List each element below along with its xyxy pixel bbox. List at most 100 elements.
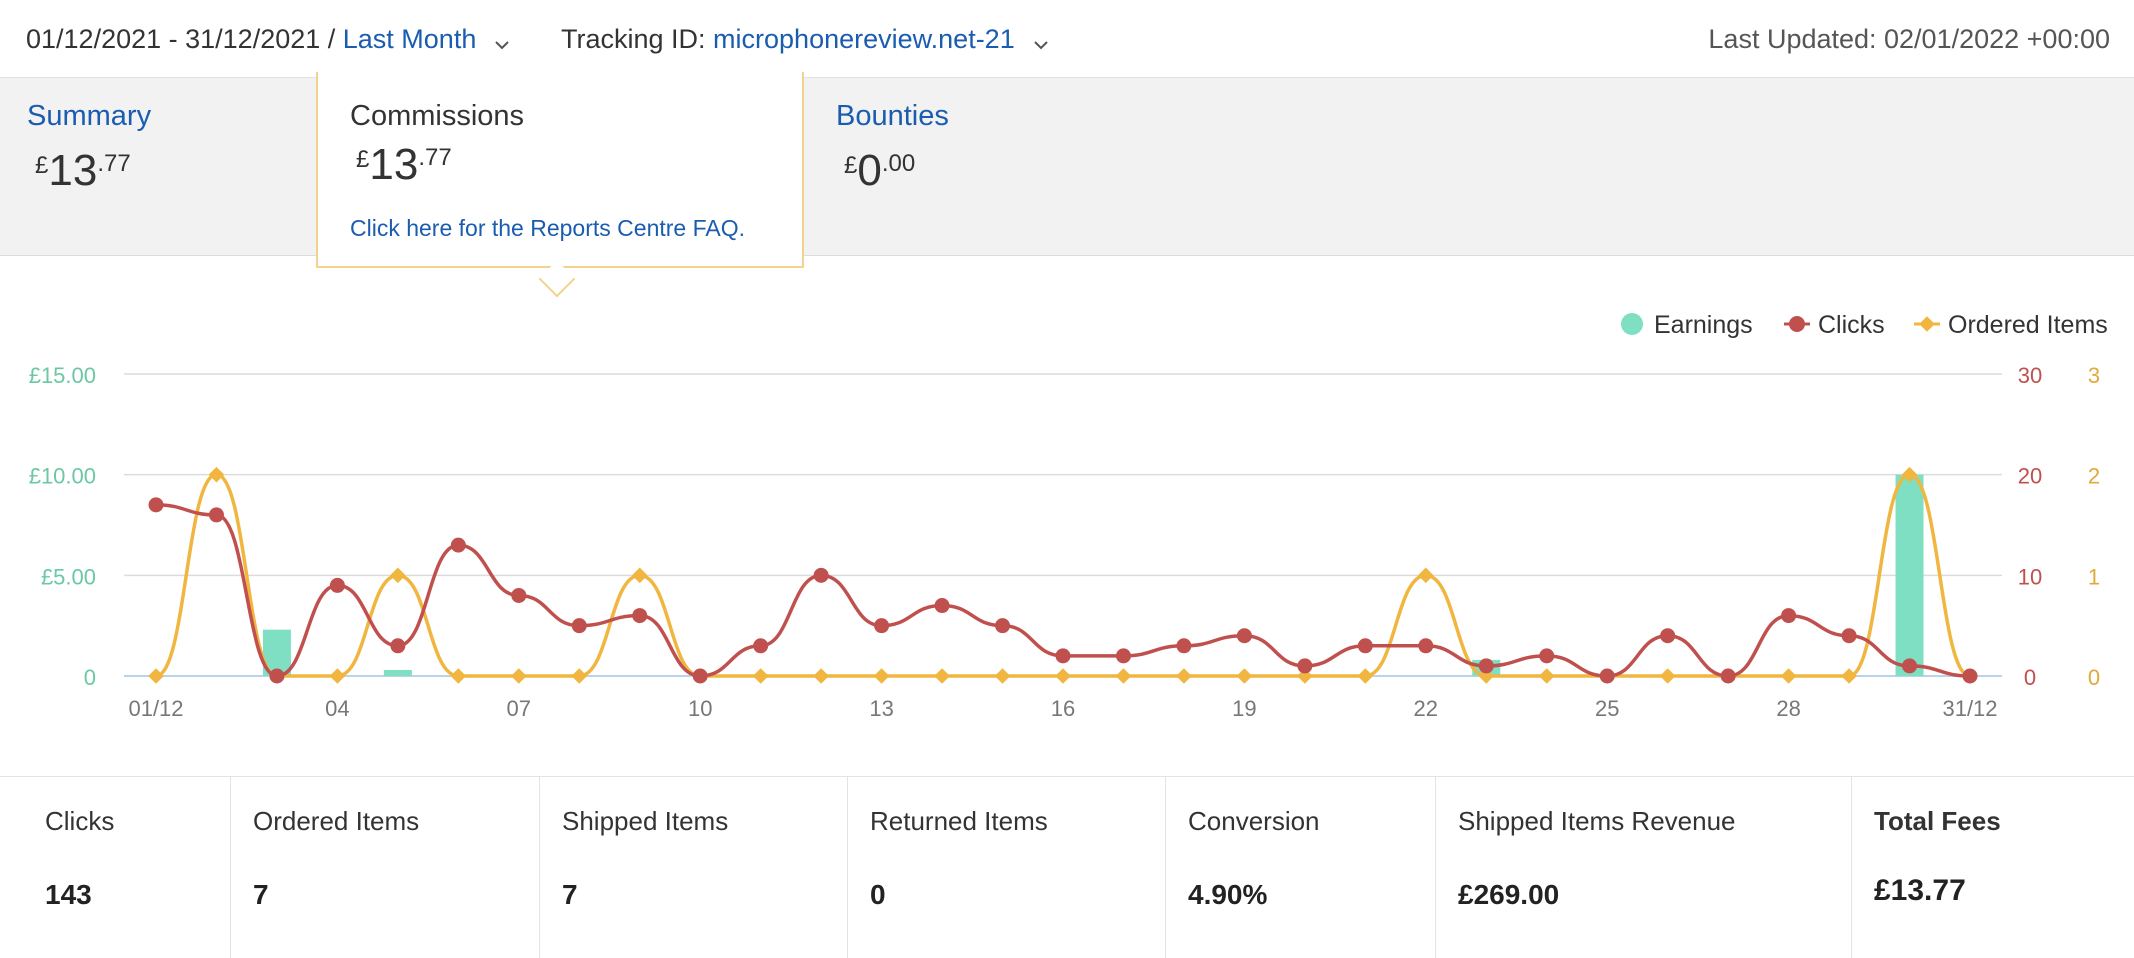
tracking-id-selector[interactable]: Tracking ID: microphonereview.net-21 xyxy=(561,20,1049,60)
chevron-down-icon[interactable] xyxy=(1033,22,1049,60)
y-tick-label-clicks: 30 xyxy=(2018,363,2042,388)
stat-label: Shipped Items Revenue xyxy=(1458,806,1736,836)
clicks-point xyxy=(1781,608,1797,624)
amount-decimal: .77 xyxy=(418,144,452,171)
clicks-point xyxy=(632,608,648,624)
clicks-point xyxy=(813,567,829,583)
legend-clicks-label: Clicks xyxy=(1818,311,1885,339)
stat-value: £13.77 xyxy=(1874,874,1966,907)
amount-decimal: .77 xyxy=(97,150,131,177)
stat-total-fees: Total Fees £13.77 xyxy=(1851,777,2134,958)
ordered-items-point xyxy=(148,668,164,684)
stat-shipped-items: Shipped Items 7 xyxy=(539,777,847,958)
earnings-bar xyxy=(383,669,412,676)
clicks-point xyxy=(1720,668,1736,684)
clicks-point xyxy=(1055,648,1071,664)
stat-clicks: Clicks 143 xyxy=(22,777,230,958)
stat-label: Total Fees xyxy=(1874,806,2001,836)
clicks-point xyxy=(692,668,708,684)
clicks-point xyxy=(571,618,587,634)
ordered-items-point xyxy=(208,466,225,483)
stat-shipped-revenue: Shipped Items Revenue £269.00 xyxy=(1435,777,1851,958)
period-link[interactable]: Last Month xyxy=(343,24,477,54)
y-tick-label-left: 0 xyxy=(84,665,96,690)
currency-symbol: £ xyxy=(35,152,49,179)
clicks-point xyxy=(450,537,466,553)
last-updated: Last Updated: 02/01/2022 +00:00 xyxy=(1708,24,2110,54)
legend-earnings-marker xyxy=(1621,313,1643,335)
y-tick-label-ordered: 0 xyxy=(2088,665,2100,690)
clicks-point xyxy=(1236,628,1252,644)
stat-conversion: Conversion 4.90% xyxy=(1165,777,1435,958)
legend-earnings-label: Earnings xyxy=(1654,311,1753,339)
ordered-items-point xyxy=(329,668,346,684)
clicks-point xyxy=(1297,658,1313,674)
x-tick-label: 10 xyxy=(688,696,712,721)
ordered-items-point xyxy=(390,567,406,584)
x-tick-label: 13 xyxy=(869,696,893,721)
clicks-point xyxy=(1599,668,1615,684)
reports-faq-link[interactable]: Click here for the Reports Centre FAQ. xyxy=(350,212,745,244)
tab-commissions-label[interactable]: Commissions xyxy=(350,96,524,136)
tracking-id-label: Tracking ID: xyxy=(561,24,714,54)
clicks-point xyxy=(208,507,224,523)
y-tick-label-ordered: 1 xyxy=(2088,564,2100,589)
stat-value: 143 xyxy=(45,879,92,910)
tab-summary-label[interactable]: Summary xyxy=(27,96,151,136)
tab-summary-value: £13.77 xyxy=(35,146,151,196)
chart-legend: Earnings Clicks Ordered Items xyxy=(1621,311,2108,339)
ordered-items-point xyxy=(994,668,1011,684)
ordered-items-point xyxy=(1538,668,1555,684)
legend-clicks-marker xyxy=(1789,316,1805,332)
clicks-point xyxy=(1841,628,1857,644)
ordered-items-point xyxy=(1176,668,1192,684)
ordered-items-point xyxy=(571,668,588,684)
stat-value: £269.00 xyxy=(1458,879,1560,910)
chevron-down-icon[interactable] xyxy=(494,22,510,60)
earnings-bar xyxy=(1895,474,1924,676)
chart-axes: 0 £5.00 £10.00 £15.00 0 10 20 30 0 1 2 3 01/12 04 07 10… xyxy=(29,363,2100,721)
x-tick-label: 19 xyxy=(1232,696,1256,721)
tab-commissions-value: £13.77 xyxy=(356,140,452,190)
clicks-point xyxy=(1539,648,1555,664)
amount-integer: 0 xyxy=(857,146,882,195)
date-range-text: 01/12/2021 - 31/12/2021 / xyxy=(26,24,343,54)
clicks-point xyxy=(753,638,769,654)
clicks-point xyxy=(1962,668,1978,684)
tracking-id-value[interactable]: microphonereview.net-21 xyxy=(713,24,1015,54)
x-tick-label: 01/12 xyxy=(128,696,183,721)
x-tick-label: 07 xyxy=(507,696,531,721)
ordered-items-point xyxy=(450,668,467,684)
ordered-items-point xyxy=(631,567,648,584)
clicks-point xyxy=(1357,638,1373,654)
ordered-items-point xyxy=(1659,668,1676,684)
y-tick-label-left: £5.00 xyxy=(41,564,96,589)
tab-commissions-popup[interactable]: Commissions £13.77 Click here for the Re… xyxy=(316,72,804,268)
report-header: 01/12/2021 - 31/12/2021 / Last Month Tra… xyxy=(0,0,2134,78)
tab-bounties[interactable]: Bounties £0.00 xyxy=(836,96,949,196)
ordered-items-point xyxy=(752,668,769,684)
x-tick-label: 16 xyxy=(1051,696,1075,721)
clicks-point xyxy=(269,668,285,684)
chart-svg: 0 £5.00 £10.00 £15.00 0 10 20 30 0 1 2 3 01/12 04 07 10… xyxy=(29,311,2108,721)
clicks-point xyxy=(874,618,890,634)
chart-grid xyxy=(124,373,2002,677)
amount-integer: 13 xyxy=(369,140,419,189)
date-range-selector[interactable]: 01/12/2021 - 31/12/2021 / Last Month xyxy=(26,20,510,60)
stat-label: Conversion xyxy=(1188,806,1320,836)
stat-value: 4.90% xyxy=(1188,879,1268,910)
x-tick-label: 22 xyxy=(1414,696,1438,721)
stat-value: 0 xyxy=(870,879,886,910)
stats-row: Clicks 143 Ordered Items 7 Shipped Items… xyxy=(0,776,2134,958)
tab-bounties-label[interactable]: Bounties xyxy=(836,96,949,136)
stat-value: 7 xyxy=(562,879,578,910)
currency-symbol: £ xyxy=(356,146,370,173)
tab-summary[interactable]: Summary £13.77 xyxy=(27,96,151,196)
clicks-point xyxy=(1660,628,1676,644)
amount-decimal: .00 xyxy=(881,150,916,177)
legend-ordered-label: Ordered Items xyxy=(1948,311,2108,339)
clicks-point xyxy=(1115,648,1131,664)
y-tick-label-clicks: 20 xyxy=(2018,464,2042,489)
stat-ordered-items: Ordered Items 7 xyxy=(230,777,539,958)
ordered-items-point xyxy=(934,668,950,684)
